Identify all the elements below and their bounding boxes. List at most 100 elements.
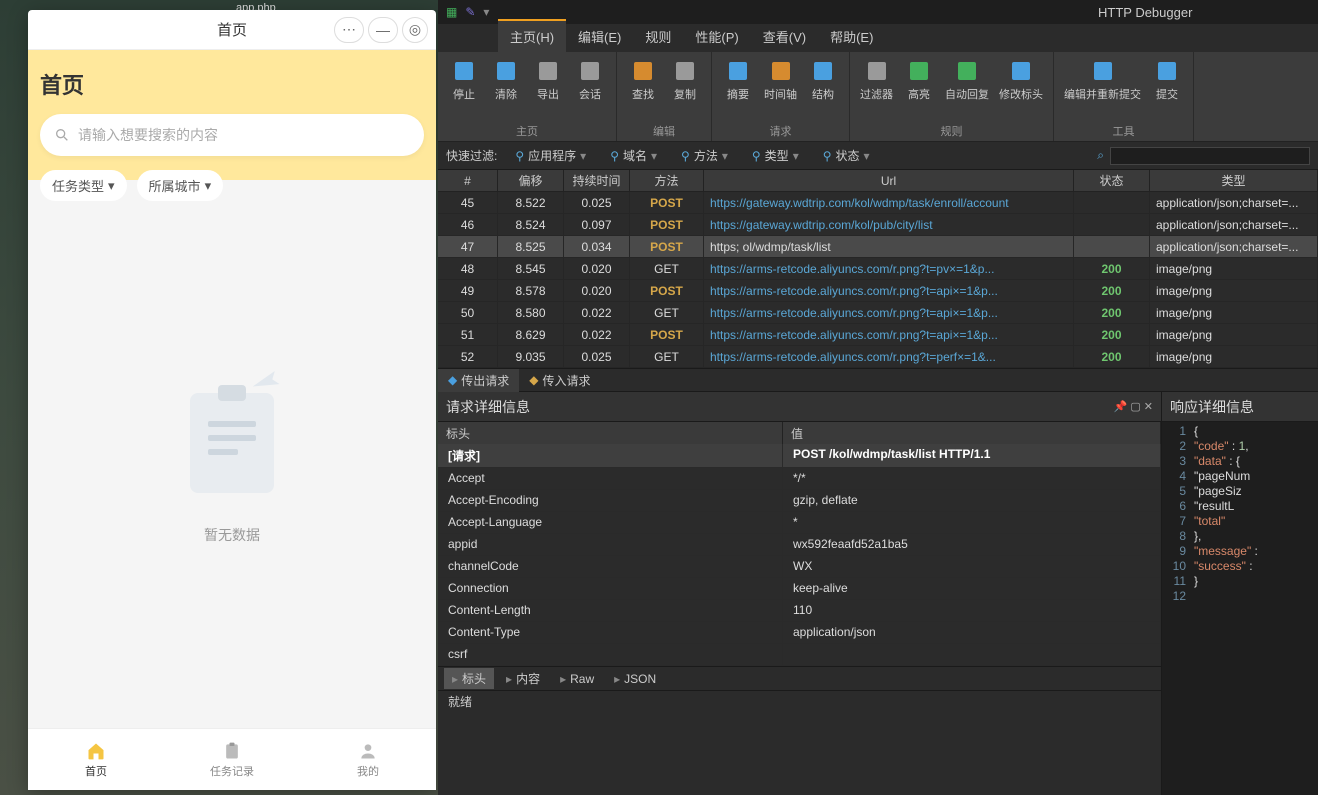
ribbon-btn-过滤器[interactable]: 过滤器 [856,56,897,121]
ribbon-group-工具: 编辑并重新提交提交工具 [1054,52,1194,141]
request-tab-传入请求[interactable]: ◆ 传入请求 [519,369,600,392]
table-row[interactable]: 478.5250.034POSThttps; ol/wdmp/task/list… [438,236,1318,258]
quick-filter-类型[interactable]: ⚲ 类型 ▾ [752,147,799,164]
search-input[interactable] [78,127,410,143]
quick-filter-方法[interactable]: ⚲ 方法 ▾ [681,147,728,164]
table-row[interactable]: 518.6290.022POSThttps://arms-retcode.ali… [438,324,1318,346]
ribbon-btn-导出[interactable]: 导出 [528,56,568,121]
view-tab-标头[interactable]: ▸ 标头 [444,668,494,689]
menu-规则[interactable]: 规则 [633,21,683,52]
view-tab-内容[interactable]: ▸ 内容 [498,668,548,689]
status-bar: 就绪 [438,690,1161,712]
page-title: 首页 [40,68,424,100]
filter-city[interactable]: 所属城市▾ [137,170,224,201]
grid-header: # 偏移 持续时间 方法 Url 状态 类型 [438,170,1318,192]
panel-controls[interactable]: 📌 ▢ ✕ [1114,400,1153,413]
header-row[interactable]: Accept-Language* [438,512,1161,534]
quick-filter-域名[interactable]: ⚲ 域名 ▾ [610,147,657,164]
menu-帮助(E)[interactable]: 帮助(E) [818,21,885,52]
table-row[interactable]: 498.5780.020POSThttps://arms-retcode.ali… [438,280,1318,302]
ribbon-btn-清除[interactable]: 清除 [486,56,526,121]
ribbon-btn-结构[interactable]: 结构 [803,56,843,121]
response-line: 9 "message" : [1164,544,1316,559]
request-direction-tabs: ◆ 传出请求◆ 传入请求 [438,368,1318,392]
col-index[interactable]: # [438,170,498,191]
response-line: 4 "pageNum [1164,469,1316,484]
nav-me[interactable]: 我的 [300,729,436,790]
header-row[interactable]: appidwx592feaafd52a1ba5 [438,534,1161,556]
request-line-row[interactable]: [请求] POST /kol/wdmp/task/list HTTP/1.1 [438,444,1161,468]
header-row[interactable]: Connectionkeep-alive [438,578,1161,600]
table-row[interactable]: 529.0350.025GEThttps://arms-retcode.aliy… [438,346,1318,368]
nav-tasks[interactable]: 任务记录 [164,729,300,790]
menu-性能(P)[interactable]: 性能(P) [683,21,750,52]
nav-home[interactable]: 首页 [28,729,164,790]
filter-task-type[interactable]: 任务类型▾ [40,170,127,201]
response-line: 5 "pageSiz [1164,484,1316,499]
quick-filter-search-input[interactable] [1110,147,1310,165]
quick-filter-bar: 快速过滤: ⚲ 应用程序 ▾ ⚲ 域名 ▾ ⚲ 方法 ▾ ⚲ 类型 ▾ ⚲ 状态… [438,142,1318,170]
col-duration[interactable]: 持续时间 [564,170,630,191]
detail-split: 请求详细信息 📌 ▢ ✕ 标头 值 [请求] POST /kol/wdmp/ta… [438,392,1318,795]
mobile-more-button[interactable]: ⋯ [334,17,364,43]
ribbon-btn-查找[interactable]: 查找 [623,56,663,121]
ribbon-btn-时间轴[interactable]: 时间轴 [760,56,801,121]
menu-编辑(E)[interactable]: 编辑(E) [566,21,633,52]
response-line: 12 [1164,589,1316,604]
quick-filter-应用程序[interactable]: ⚲ 应用程序 ▾ [515,147,586,164]
ribbon-btn-停止[interactable]: 停止 [444,56,484,121]
ribbon-btn-编辑并重新提交[interactable]: 编辑并重新提交 [1060,56,1145,121]
ribbon-btn-提交[interactable]: 提交 [1147,56,1187,121]
search-icon [54,127,70,143]
ribbon-group-主页: 停止清除导出会话主页 [438,52,617,141]
search-box[interactable] [40,114,424,156]
menu-主页(H)[interactable]: 主页(H) [498,19,566,52]
tasks-icon [221,741,243,761]
ribbon-btn-修改标头[interactable]: 修改标头 [995,56,1047,121]
view-tab-JSON[interactable]: ▸ JSON [606,670,664,688]
excel-icon: ▦ [446,5,457,19]
empty-state: 暂无数据 [40,201,424,710]
header-row[interactable]: Content-Length110 [438,600,1161,622]
empty-illustration [152,367,312,507]
mobile-content: 首页 任务类型▾ 所属城市▾ 暂无数据 [28,50,436,728]
ribbon-btn-会话[interactable]: 会话 [570,56,610,121]
view-tab-Raw[interactable]: ▸ Raw [552,670,602,688]
search-icon: ⌕ [1097,148,1104,163]
mobile-target-button[interactable]: ◎ [402,17,428,43]
header-row[interactable]: channelCodeWX [438,556,1161,578]
header-row[interactable]: csrf [438,644,1161,666]
col-status[interactable]: 状态 [1074,170,1150,191]
response-body[interactable]: 1{2 "code" : 1,3 "data" : {4 "pageNum5 "… [1162,422,1318,795]
ribbon-btn-摘要[interactable]: 摘要 [718,56,758,121]
dropdown-icon[interactable]: ▾ [483,5,489,19]
col-url[interactable]: Url [704,170,1074,191]
header-row[interactable]: Content-Typeapplication/json [438,622,1161,644]
chevron-down-icon: ▾ [108,178,115,194]
request-tab-传出请求[interactable]: ◆ 传出请求 [438,369,519,392]
menu-查看(V)[interactable]: 查看(V) [751,21,818,52]
ribbon-btn-高亮[interactable]: 高亮 [899,56,939,121]
col-offset[interactable]: 偏移 [498,170,564,191]
table-row[interactable]: 468.5240.097POSThttps://gateway.wdtrip.c… [438,214,1318,236]
col-method[interactable]: 方法 [630,170,704,191]
response-line: 2 "code" : 1, [1164,439,1316,454]
header-row[interactable]: Accept*/* [438,468,1161,490]
table-row[interactable]: 508.5800.022GEThttps://arms-retcode.aliy… [438,302,1318,324]
clipboard-icon [190,393,274,493]
col-type[interactable]: 类型 [1150,170,1318,191]
request-detail-title: 请求详细信息 [446,397,530,417]
response-line: 7 "total" [1164,514,1316,529]
mobile-minimize-button[interactable]: — [368,17,398,43]
table-row[interactable]: 458.5220.025POSThttps://gateway.wdtrip.c… [438,192,1318,214]
table-row[interactable]: 488.5450.020GEThttps://arms-retcode.aliy… [438,258,1318,280]
menu-bar: 主页(H)编辑(E)规则性能(P)查看(V)帮助(E) [438,24,1318,52]
quick-filter-状态[interactable]: ⚲ 状态 ▾ [823,147,870,164]
header-row[interactable]: Accept-Encodinggzip, deflate [438,490,1161,512]
mobile-title: 首页 [217,19,247,40]
ribbon-btn-复制[interactable]: 复制 [665,56,705,121]
ribbon-btn-自动回复[interactable]: 自动回复 [941,56,993,121]
filter-row: 任务类型▾ 所属城市▾ [40,170,424,201]
header-table-header: 标头 值 [438,422,1161,444]
quick-filter-label: 快速过滤: [446,147,497,164]
